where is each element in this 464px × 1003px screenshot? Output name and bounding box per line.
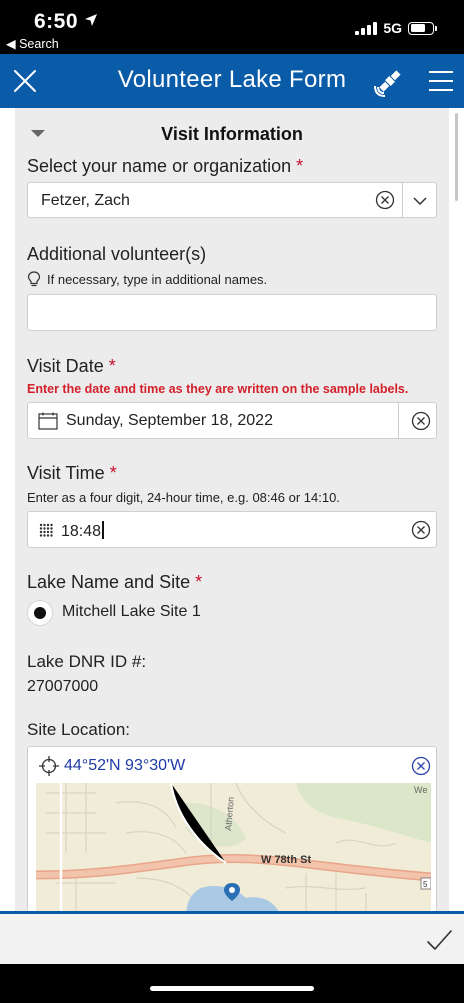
visit-date-label: Visit Date * [27,356,116,376]
clear-icon[interactable] [411,756,431,776]
status-time: 6:50 [34,10,98,34]
visit-date-hint: Enter the date and time as they are writ… [27,382,409,396]
volunteer-value: Fetzer, Zach [41,192,130,209]
clear-icon[interactable] [375,190,395,210]
divider [398,403,399,438]
additional-input[interactable] [27,294,437,331]
visit-time-label: Visit Time * [27,463,117,483]
home-area [0,964,464,1003]
site-location-field[interactable]: 44°52'N 93°30'W W 78th St Atherton We 5 [27,746,437,913]
lake-site-label: Lake Name and Site * [27,572,203,592]
form-panel: Visit Information Select your name or or… [15,108,449,913]
bottom-toolbar [0,914,464,964]
coordinates-text: 44°52'N 93°30'W [64,757,186,774]
crosshair-icon[interactable] [38,755,60,777]
additional-label: Additional volunteer(s) [27,244,207,264]
lake-site-radio[interactable] [27,600,53,626]
volunteer-label: Select your name or organization * [27,156,304,176]
visit-time-hint: Enter as a four digit, 24-hour time, e.g… [27,490,340,505]
map-route-shield: 5 [423,880,428,889]
network-label: 5G [383,20,402,36]
form-content[interactable]: Visit Information Select your name or or… [0,108,464,913]
calendar-icon [38,412,58,430]
clear-icon[interactable] [411,520,431,540]
lake-dnr-label: Lake DNR ID #: [27,652,147,671]
lightbulb-icon [27,271,41,287]
visit-date-value: Sunday, September 18, 2022 [66,412,273,429]
lake-dnr-value: 27007000 [27,678,99,695]
site-map[interactable]: W 78th St Atherton We 5 [36,783,431,913]
group-header[interactable]: Visit Information [15,120,449,146]
signal-icon [355,21,378,35]
chevron-down-icon[interactable] [412,194,428,208]
battery-icon [408,21,437,35]
back-to-search-link[interactable]: ◀ Search [6,36,59,51]
visit-date-input[interactable]: Sunday, September 18, 2022 [27,402,437,439]
site-location-label: Site Location: [27,720,131,739]
group-title: Visit Information [161,124,303,144]
visit-time-input[interactable]: 18:48 [27,511,437,548]
lake-site-option[interactable]: Mitchell Lake Site 1 [62,603,201,621]
map-edge-label: We [414,785,427,795]
home-indicator[interactable] [150,986,314,991]
volunteer-select[interactable]: Fetzer, Zach [27,182,437,218]
menu-icon[interactable] [428,69,454,93]
checkmark-icon[interactable] [424,926,454,954]
map-street-label: W 78th St [261,854,311,866]
keypad-icon [39,523,53,537]
status-indicators: 5G [355,20,437,36]
location-arrow-icon [85,14,98,26]
additional-hint: If necessary, type in additional names. [27,271,267,287]
status-bar: 6:50 ◀ Search 5G [0,0,464,54]
satellite-icon[interactable] [374,65,406,97]
clear-icon[interactable] [411,411,431,431]
visit-time-value: 18:48 [61,521,104,541]
app-header: Volunteer Lake Form [0,54,464,108]
divider [402,183,403,217]
scrollbar[interactable] [455,113,458,201]
